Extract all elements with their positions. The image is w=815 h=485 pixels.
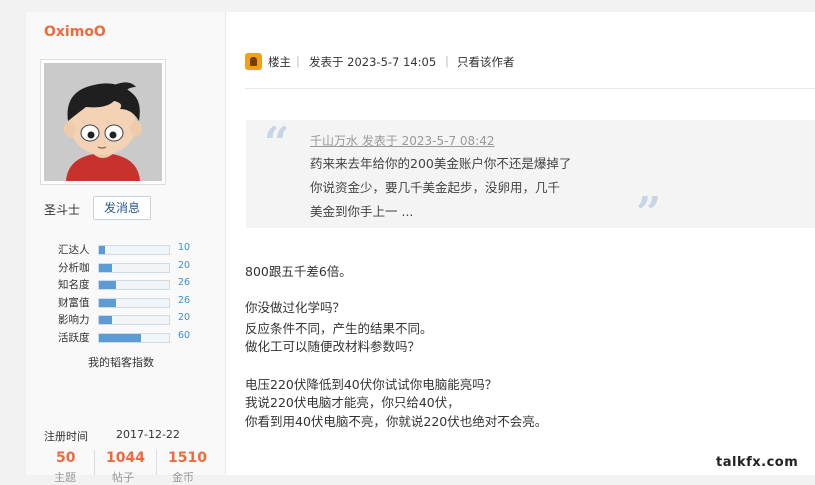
stat-bar-fill <box>99 316 112 324</box>
coin-count-label: 金币 <box>172 471 194 484</box>
top-bar <box>0 0 815 10</box>
post-count-label: 帖子 <box>112 471 134 484</box>
stat-bar <box>98 245 170 255</box>
author-name[interactable]: OximoO <box>44 24 106 40</box>
stat-value: 60 <box>178 330 191 341</box>
header-separator: | <box>445 54 449 68</box>
post-count[interactable]: 1044 <box>106 450 145 466</box>
quote-close-icon: ” <box>636 188 662 239</box>
stat-bar <box>98 315 170 325</box>
post-time: 发表于 2023-5-7 14:05 <box>309 55 437 69</box>
post-line: 你看到用40伏电脑不亮，你就说220伏也绝对不会亮。 <box>245 414 548 429</box>
quote-open-icon: “ <box>264 118 290 169</box>
avatar-image <box>44 63 162 181</box>
post-line: 你没做过化学吗？ <box>245 300 346 315</box>
quote-block: “ ” 千山万水 发表于 2023-5-7 08:42 药来来去年给你的200美… <box>246 118 815 236</box>
topic-count[interactable]: 50 <box>56 450 75 466</box>
stat-bar <box>98 280 170 290</box>
stat-bar <box>98 298 170 308</box>
stat-label: 汇达人 <box>58 244 90 256</box>
count-divider <box>94 450 95 475</box>
post-line: 电压220伏降低到40伏你试试你电脑能亮吗？ <box>245 377 498 392</box>
index-link[interactable]: 我的韬客指数 <box>88 354 154 370</box>
topic-count-label: 主题 <box>54 471 76 484</box>
header-divider <box>245 88 815 89</box>
post-line: 我说220伏电脑才能亮，你只给40伏， <box>245 395 460 410</box>
post-line: 做化工可以随便改材料参数吗？ <box>245 339 421 354</box>
stat-bar-fill <box>99 299 116 307</box>
host-icon <box>245 53 262 70</box>
stat-label: 影响力 <box>58 314 90 326</box>
stat-bar-fill <box>99 264 112 272</box>
stat-value: 20 <box>178 260 191 271</box>
user-rank: 圣斗士 <box>44 203 81 217</box>
stat-label: 知名度 <box>58 279 90 291</box>
post-line: 800跟五千差6倍。 <box>245 264 352 279</box>
stat-bar <box>98 263 170 273</box>
stat-label: 财富值 <box>58 297 90 309</box>
quote-header[interactable]: 千山万水 发表于 2023-5-7 08:42 <box>310 132 495 149</box>
stat-value: 20 <box>178 312 191 323</box>
stat-bar <box>98 333 170 343</box>
stat-label: 活跃度 <box>58 332 90 344</box>
count-divider <box>156 450 157 475</box>
stat-bar-fill <box>99 246 106 254</box>
stat-label: 分析咖 <box>58 262 90 274</box>
quote-line: 美金到你手上一 ... <box>310 204 414 219</box>
post-line: 反应条件不同，产生的结果不同。 <box>245 321 433 336</box>
stat-value: 26 <box>178 277 191 288</box>
register-label: 注册时间 <box>44 430 88 443</box>
stat-bar-fill <box>99 334 141 342</box>
watermark: talkfx.com <box>716 455 799 470</box>
header-separator: | <box>296 54 300 68</box>
quote-line: 你说资金少，要几千美金起步，没卵用，几千 <box>310 180 561 195</box>
stat-bar-fill <box>99 281 116 289</box>
send-message-button[interactable]: 发消息 <box>93 196 151 220</box>
stat-value: 26 <box>178 295 191 306</box>
quote-line: 药来来去年给你的200美金账户你不还是爆掉了 <box>310 156 572 171</box>
host-label: 楼主 <box>268 55 291 69</box>
register-date: 2017-12-22 <box>116 428 180 441</box>
only-author-link[interactable]: 只看该作者 <box>457 54 515 70</box>
coin-count[interactable]: 1510 <box>168 450 207 466</box>
avatar[interactable] <box>40 59 166 185</box>
stat-value: 10 <box>178 242 191 253</box>
